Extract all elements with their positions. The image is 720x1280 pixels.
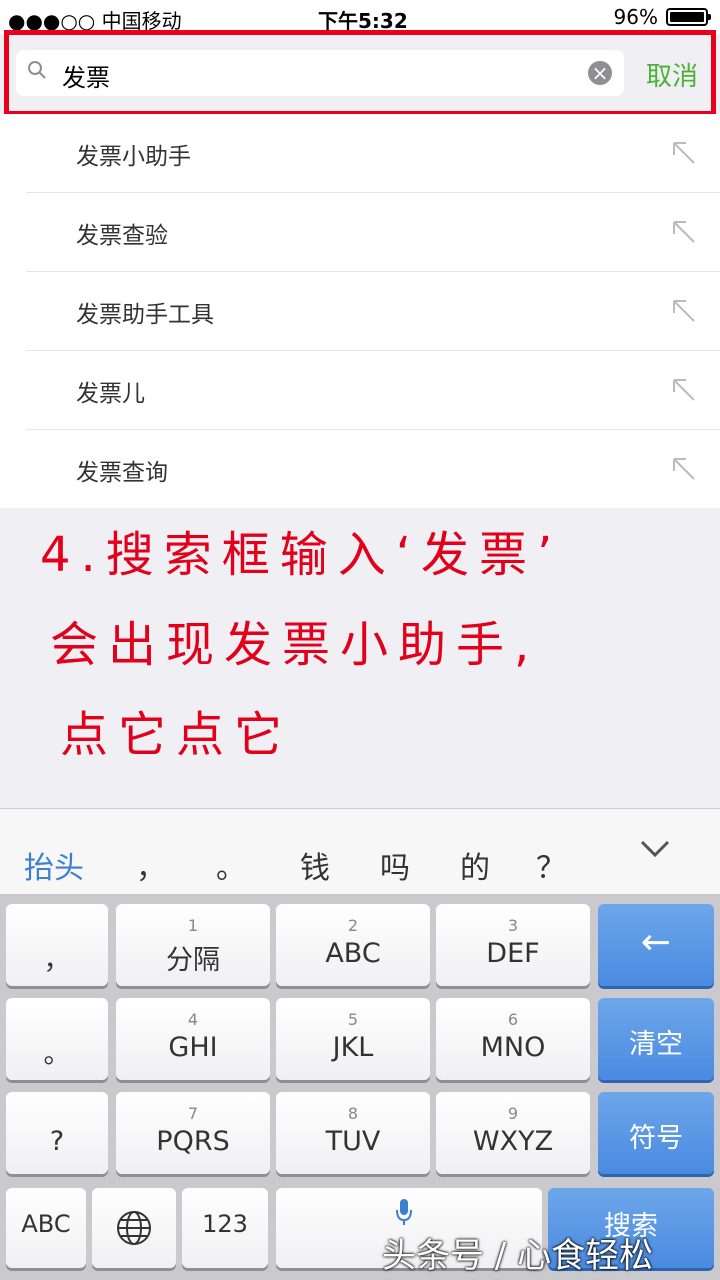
globe-icon xyxy=(117,1211,151,1245)
key-3[interactable]: 3 DEF xyxy=(436,904,590,986)
suggestion-item[interactable]: 发票小助手 xyxy=(26,114,720,193)
candidate-item[interactable]: 吗 xyxy=(380,843,410,887)
suggestion-item[interactable]: 发票儿 xyxy=(26,351,720,430)
microphone-icon xyxy=(396,1199,412,1225)
candidate-item[interactable]: ？ xyxy=(536,843,566,887)
fill-arrow-icon[interactable] xyxy=(672,141,696,165)
key-4[interactable]: 4 GHI xyxy=(116,998,270,1080)
chevron-down-icon[interactable] xyxy=(640,839,670,859)
key-7[interactable]: 7 PQRS xyxy=(116,1092,270,1174)
candidate-item[interactable]: 。 xyxy=(216,843,246,887)
annotation-line: 会出现发票小助手, xyxy=(50,617,540,673)
key-5[interactable]: 5 JKL xyxy=(276,998,430,1080)
globe-button[interactable] xyxy=(92,1188,176,1268)
key-comma[interactable]: ， xyxy=(6,904,108,986)
fill-arrow-icon[interactable] xyxy=(672,378,696,402)
key-2[interactable]: 2 ABC xyxy=(276,904,430,986)
suggestion-label: 发票查询 xyxy=(76,460,168,486)
annotation-text: 4.搜索框输入‘发票’ 会出现发票小助手, 点它点它 xyxy=(40,510,720,780)
candidate-item[interactable]: 钱 xyxy=(300,843,330,887)
suggestion-label: 发票助手工具 xyxy=(76,302,214,328)
status-right: 96% xyxy=(613,5,711,29)
key-8[interactable]: 8 TUV xyxy=(276,1092,430,1174)
abc-button[interactable]: ABC xyxy=(6,1188,86,1268)
fill-arrow-icon[interactable] xyxy=(672,299,696,323)
candidate-item[interactable]: 抬头 xyxy=(24,843,84,887)
suggestion-item[interactable]: 发票查询 xyxy=(26,430,720,508)
suggestion-item[interactable]: 发票助手工具 xyxy=(26,272,720,351)
suggestion-label: 发票查验 xyxy=(76,223,168,249)
watermark: 头条号 / 心食轻松 xyxy=(382,1236,654,1276)
battery-icon xyxy=(666,8,711,26)
annotation-line: 4.搜索框输入‘发票’ xyxy=(40,527,563,583)
suggestion-item[interactable]: 发票查验 xyxy=(26,193,720,272)
suggestion-list: 发票小助手 发票查验 发票助手工具 发票儿 发票查询 xyxy=(0,114,720,508)
key-question[interactable]: ? xyxy=(6,1092,108,1174)
clear-button[interactable]: 清空 xyxy=(598,998,714,1080)
backspace-icon: ← xyxy=(640,922,672,963)
candidate-bar: 抬头 ， 。 钱 吗 的 ？ xyxy=(0,808,720,895)
symbols-button[interactable]: 符号 xyxy=(598,1092,714,1174)
suggestion-label: 发票儿 xyxy=(76,381,145,407)
key-1[interactable]: 1 分隔 xyxy=(116,904,270,986)
keyboard: ， 1 分隔 2 ABC 3 DEF ← 。 4 GHI 5 JKL 6 MNO 清空 ? … xyxy=(0,894,720,1280)
status-bar: ●●●○○ 中国移动 下午5:32 96% xyxy=(0,0,720,34)
suggestion-label: 发票小助手 xyxy=(76,144,191,170)
battery-percent: 96% xyxy=(613,5,658,29)
candidate-item[interactable]: 的 xyxy=(460,843,490,887)
fill-arrow-icon[interactable] xyxy=(672,457,696,481)
key-9[interactable]: 9 WXYZ xyxy=(436,1092,590,1174)
number-mode-button[interactable]: 123 xyxy=(182,1188,268,1268)
key-period[interactable]: 。 xyxy=(6,998,108,1080)
highlight-box xyxy=(4,30,716,116)
candidate-item[interactable]: ， xyxy=(136,843,166,887)
key-6[interactable]: 6 MNO xyxy=(436,998,590,1080)
annotation-line: 点它点它 xyxy=(60,707,293,763)
fill-arrow-icon[interactable] xyxy=(672,220,696,244)
backspace-button[interactable]: ← xyxy=(598,904,714,986)
